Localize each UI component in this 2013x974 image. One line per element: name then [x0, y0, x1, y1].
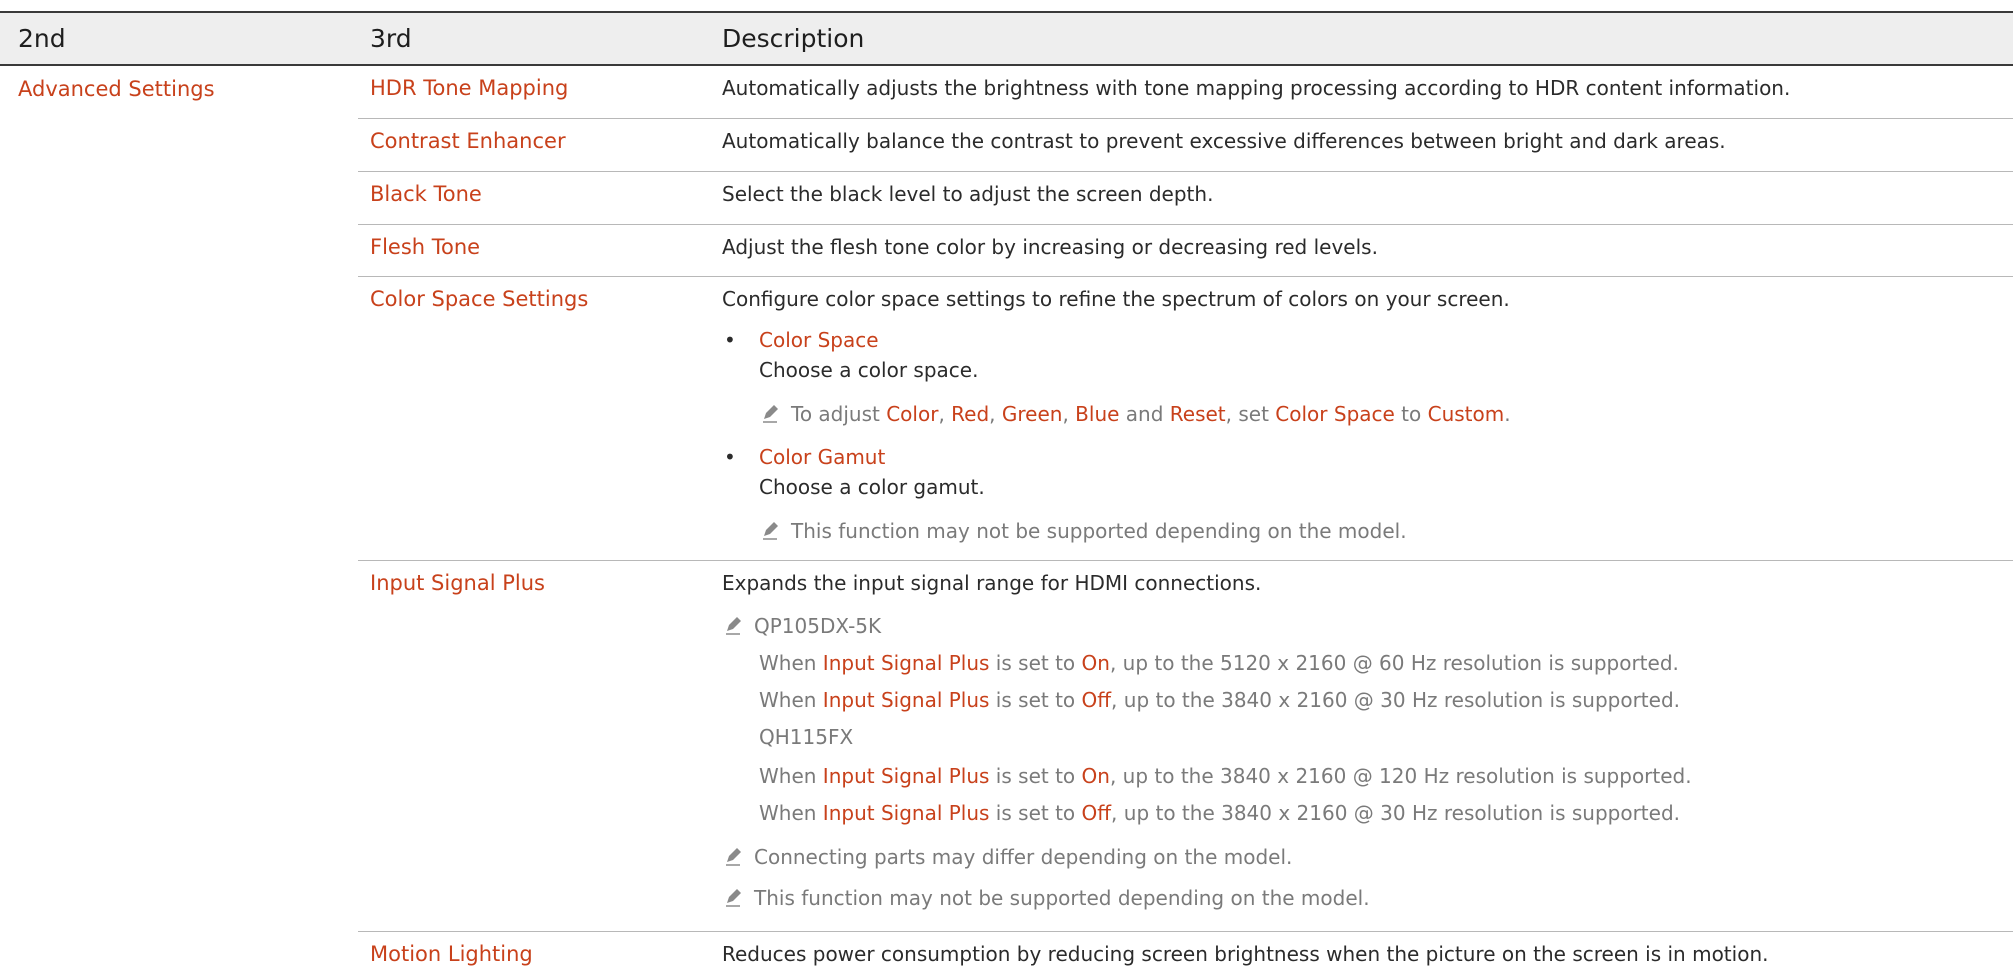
note-text: , set [1225, 402, 1276, 426]
row-desc: Reduces power consumption by reducing sc… [722, 942, 1769, 966]
ref-input-signal-plus: Input Signal Plus [822, 801, 990, 825]
bullet: • [724, 445, 736, 469]
note-text: When [759, 688, 823, 712]
note-connecting-parts: Connecting parts may differ depending on… [722, 844, 1292, 870]
note-text: Connecting parts may differ depending on… [754, 845, 1293, 869]
ref-reset: Reset [1169, 402, 1226, 426]
table-row: Motion Lighting Reduces power consumptio… [358, 932, 2013, 974]
pencil-icon [763, 522, 778, 540]
note-text: and [1119, 402, 1170, 426]
group-cell: Advanced Settings [18, 77, 215, 101]
note-text: , up to the 3840 x 2160 @ 30 Hz resoluti… [1111, 801, 1680, 825]
row-label-motion-lighting[interactable]: Motion Lighting [370, 941, 533, 967]
table-row: HDR Tone Mapping Automatically adjusts t… [358, 66, 2013, 119]
ref-color-space: Color Space [1275, 402, 1395, 426]
ref-off: Off [1081, 688, 1112, 712]
pencil-icon [763, 405, 778, 423]
note-line: When Input Signal Plus is set to On, up … [759, 650, 1679, 676]
note-text: , up to the 3840 x 2160 @ 30 Hz resoluti… [1111, 688, 1680, 712]
note-text: to [1394, 402, 1428, 426]
note-text: This function may not be supported depen… [754, 886, 1370, 910]
header-description: Description [722, 24, 865, 53]
note-text: When [759, 651, 823, 675]
ref-blue: Blue [1075, 402, 1120, 426]
row-desc: Automatically adjusts the brightness wit… [722, 76, 1791, 100]
note-color-space: To adjust Color, Red, Green, Blue and Re… [759, 401, 1511, 427]
note-line: When Input Signal Plus is set to Off, up… [759, 687, 1680, 713]
note-text: , up to the 3840 x 2160 @ 120 Hz resolut… [1109, 764, 1692, 788]
bullet-text: Choose a color space. [759, 358, 979, 382]
table-row: Contrast Enhancer Automatically balance … [358, 119, 2013, 172]
note-sep: , [938, 402, 952, 426]
note-text: . [1504, 402, 1511, 426]
ref-off: Off [1081, 801, 1112, 825]
row-label-color-space-settings[interactable]: Color Space Settings [370, 286, 588, 312]
note-line: When Input Signal Plus is set to On, up … [759, 763, 1692, 789]
header-2nd: 2nd [18, 24, 66, 53]
ref-custom: Custom [1427, 402, 1505, 426]
table-row: Input Signal Plus Expands the input sign… [358, 561, 2013, 932]
ref-color: Color [886, 402, 939, 426]
note-text: This function may not be supported depen… [791, 519, 1407, 543]
row-desc: Adjust the flesh tone color by increasin… [722, 235, 1378, 259]
header-3rd: 3rd [370, 24, 412, 53]
row-desc: Configure color space settings to refine… [722, 287, 1510, 311]
row-label-input-signal-plus[interactable]: Input Signal Plus [370, 570, 545, 596]
ref-input-signal-plus: Input Signal Plus [822, 688, 990, 712]
note-sep: , [1062, 402, 1076, 426]
row-desc: Automatically balance the contrast to pr… [722, 129, 1726, 153]
table-row: Color Space Settings Configure color spa… [358, 277, 2013, 561]
note-text: is set to [989, 801, 1082, 825]
table-row: Black Tone Select the black level to adj… [358, 172, 2013, 225]
row-desc: Select the black level to adjust the scr… [722, 182, 1214, 206]
ref-red: Red [951, 402, 990, 426]
ref-on: On [1081, 651, 1110, 675]
note-support: This function may not be supported depen… [759, 518, 1407, 544]
model-name: QP105DX-5K [754, 614, 882, 638]
ref-on: On [1081, 764, 1110, 788]
note-model: QP105DX-5K [722, 613, 881, 639]
note-text: is set to [989, 764, 1082, 788]
pencil-icon [726, 848, 741, 866]
note-sep: , [989, 402, 1002, 426]
model-name: QH115FX [759, 725, 854, 749]
row-label-flesh-tone[interactable]: Flesh Tone [370, 234, 480, 260]
note-text: is set to [989, 651, 1082, 675]
pencil-icon [726, 617, 741, 635]
bullet-title-color-gamut[interactable]: Color Gamut [759, 444, 885, 470]
settings-table: 2nd 3rd Description Advanced Settings HD… [0, 0, 2013, 974]
note-text: , up to the 5120 x 2160 @ 60 Hz resoluti… [1109, 651, 1679, 675]
table-header: 2nd 3rd Description [0, 11, 2013, 66]
ref-input-signal-plus: Input Signal Plus [822, 651, 990, 675]
bullet-text: Choose a color gamut. [759, 475, 985, 499]
note-text: To adjust [791, 402, 887, 426]
note-line: When Input Signal Plus is set to Off, up… [759, 800, 1680, 826]
bullet-title-color-space[interactable]: Color Space [759, 327, 879, 353]
row-label-contrast-enhancer[interactable]: Contrast Enhancer [370, 128, 566, 154]
pencil-icon [726, 889, 741, 907]
note-text: When [759, 764, 823, 788]
bullet: • [724, 328, 736, 352]
note-text: When [759, 801, 823, 825]
group-label-advanced-settings[interactable]: Advanced Settings [18, 77, 215, 101]
note-text: is set to [989, 688, 1082, 712]
note-support: This function may not be supported depen… [722, 885, 1370, 911]
ref-green: Green [1001, 402, 1063, 426]
ref-input-signal-plus: Input Signal Plus [822, 764, 990, 788]
table-row: Flesh Tone Adjust the flesh tone color b… [358, 225, 2013, 277]
row-label-hdr-tone-mapping[interactable]: HDR Tone Mapping [370, 75, 568, 101]
row-label-black-tone[interactable]: Black Tone [370, 181, 482, 207]
row-desc: Expands the input signal range for HDMI … [722, 571, 1262, 595]
